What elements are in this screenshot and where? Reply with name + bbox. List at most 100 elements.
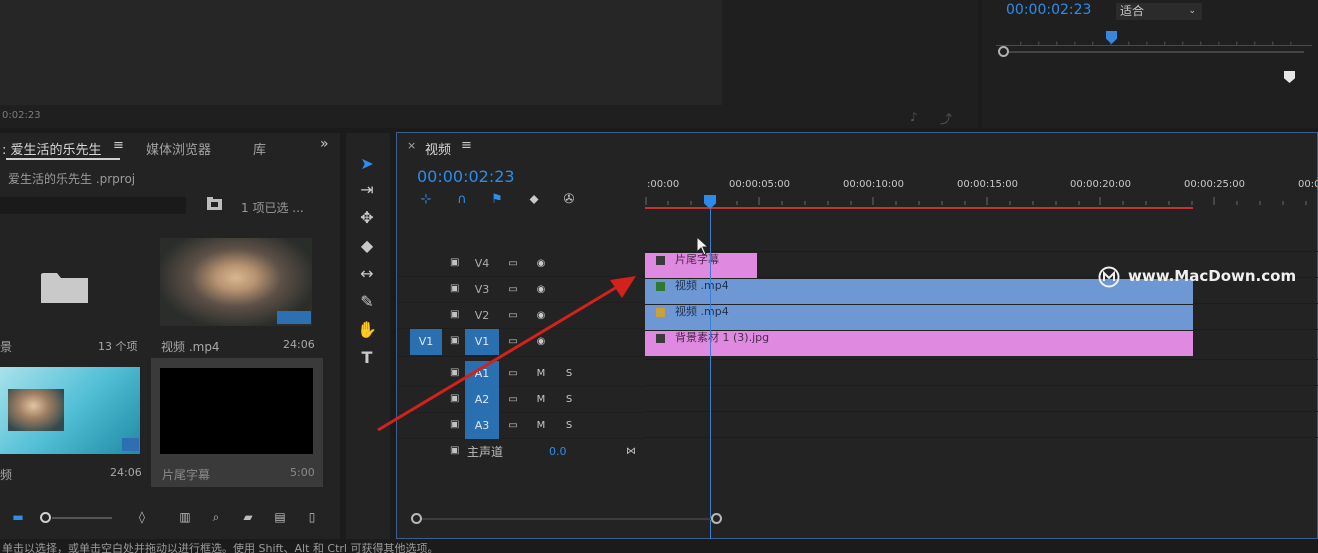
- export-icon[interactable]: ⤴: [940, 110, 952, 127]
- playhead-line[interactable]: [710, 209, 711, 553]
- item-duration: 24:06: [110, 466, 142, 479]
- clip-video-v2[interactable]: 视频 .mp4: [645, 305, 1193, 330]
- source-timecode[interactable]: 0:02:23: [2, 110, 41, 121]
- program-timecode[interactable]: 00:00:02:23: [1006, 2, 1091, 18]
- selection-tool-icon[interactable]: ➤: [356, 153, 378, 175]
- program-zoom-handle[interactable]: [998, 46, 1009, 57]
- tab-project[interactable]: : 爱生活的乐先生: [2, 139, 102, 158]
- program-zoom-bar[interactable]: [1004, 51, 1304, 53]
- timeline-zoom-bar[interactable]: [417, 518, 717, 520]
- add-marker-icon[interactable]: ⬥: [525, 191, 543, 209]
- lane-divider: [645, 385, 1318, 386]
- lane-divider: [645, 411, 1318, 412]
- status-text: 单击以选择，或单击空白处并拖动以进行框选。使用 Shift、Alt 和 Ctrl…: [2, 542, 439, 553]
- annotation-arrow: [377, 276, 636, 432]
- selection-count: 1 项已选 ...: [241, 201, 304, 215]
- timeline-timecode[interactable]: 00:00:02:23: [417, 167, 515, 186]
- watermark-text: www.MacDown.com: [1128, 267, 1297, 285]
- sequence-tab-title[interactable]: 视频: [425, 139, 451, 158]
- video-audio-badge-icon: [277, 311, 311, 324]
- timeline-menu-icon[interactable]: ≡: [461, 138, 472, 153]
- sequence-badge-icon: [122, 438, 139, 451]
- source-video-area[interactable]: [0, 0, 722, 105]
- tab-media-browser[interactable]: 媒体浏览器: [146, 139, 211, 158]
- ruler-label: 00:00:20:00: [1070, 179, 1132, 190]
- item-duration: 5:00: [290, 466, 315, 479]
- clip-title-end[interactable]: 片尾字幕: [645, 253, 757, 278]
- item-label: 片尾字幕: [162, 468, 211, 482]
- project-menu-icon[interactable]: ≡: [113, 138, 124, 153]
- clip-background-v1[interactable]: 背景素材 1 (3).jpg: [645, 331, 1193, 356]
- nest-toggle-icon[interactable]: ⊹: [417, 191, 435, 209]
- macdown-logo-icon: [1098, 266, 1120, 288]
- lane-divider: [645, 437, 1318, 438]
- find-icon[interactable]: ⌕: [208, 509, 224, 525]
- track-select-tool-icon[interactable]: ⇥: [356, 179, 378, 201]
- sort-icon[interactable]: ◊: [134, 509, 150, 525]
- ruler-label: 00:0: [1298, 179, 1318, 190]
- automate-sequence-icon[interactable]: ▥: [177, 509, 193, 525]
- work-area-bar[interactable]: [645, 207, 1193, 209]
- fit-select[interactable]: 适合 ⌄: [1116, 3, 1202, 20]
- master-track-label: 主声道: [467, 445, 504, 459]
- ruler-label: 00:00:05:00: [729, 179, 791, 190]
- track-header-master[interactable]: ▣ 主声道 0.0 ⋈: [397, 439, 645, 465]
- new-bin-icon[interactable]: ▰: [240, 509, 256, 525]
- list-view-icon[interactable]: ▬: [10, 509, 26, 525]
- thumbnail-zoom-handle[interactable]: [40, 512, 51, 523]
- clip-label: 视频 .mp4: [675, 305, 729, 318]
- trash-icon[interactable]: ▯: [304, 509, 320, 525]
- fit-select-value: 适合: [1120, 4, 1145, 18]
- bin-folder-icon[interactable]: [206, 196, 223, 211]
- marker-icon[interactable]: [1284, 71, 1295, 83]
- lock-icon[interactable]: ▣: [450, 258, 459, 268]
- snap-icon[interactable]: ∩: [453, 191, 471, 209]
- go-to-end-icon[interactable]: ⋈: [623, 439, 639, 465]
- clip-icon: [656, 334, 665, 343]
- project-panel: : 爱生活的乐先生 ≡ 媒体浏览器 库 » 爱生活的乐先生 .prproj 1 …: [0, 133, 340, 539]
- program-ruler[interactable]: [996, 36, 1312, 46]
- linked-selection-icon[interactable]: ⚑: [488, 191, 506, 209]
- master-volume-value[interactable]: 0.0: [549, 439, 567, 465]
- item-label: 景: [0, 340, 13, 354]
- thumbnail-zoom-slider[interactable]: [52, 517, 112, 519]
- timeline-zoom-right-handle[interactable]: [711, 513, 722, 524]
- item-label: 视频 .mp4: [161, 340, 220, 354]
- item-label: 频: [0, 468, 13, 482]
- source-monitor: 0:02:23 ♪ ⤴: [0, 0, 978, 128]
- project-toolbar: ▬ ◊ ▥ ⌕ ▰ ▤ ▯: [0, 509, 340, 531]
- chevron-down-icon: ⌄: [1188, 6, 1196, 16]
- program-monitor: 00:00:02:23 适合 ⌄: [982, 0, 1318, 128]
- close-icon[interactable]: ×: [407, 139, 416, 152]
- sequence-preview-image: [8, 389, 64, 431]
- ripple-edit-tool-icon[interactable]: ✥: [356, 207, 378, 229]
- clip-label: 视频 .mp4: [675, 279, 729, 292]
- ruler-label: 00:00:15:00: [957, 179, 1019, 190]
- fx-badge-icon: [656, 308, 665, 317]
- ruler-label: 00:00:25:00: [1184, 179, 1246, 190]
- timeline-area[interactable]: :00:00 00:00:05:00 00:00:10:00 00:00:15:…: [645, 173, 1318, 553]
- ruler-label: :00:00: [647, 179, 680, 190]
- ruler-label: 00:00:10:00: [843, 179, 905, 190]
- timeline-zoom-left-handle[interactable]: [411, 513, 422, 524]
- clip-icon: [656, 256, 665, 265]
- lock-icon[interactable]: ▣: [450, 446, 459, 456]
- status-bar: 单击以选择，或单击空白处并拖动以进行框选。使用 Shift、Alt 和 Ctrl…: [0, 539, 1318, 553]
- timeline-settings-icon[interactable]: ✇: [560, 191, 578, 209]
- time-ruler[interactable]: :00:00 00:00:05:00 00:00:10:00 00:00:15:…: [645, 179, 1318, 195]
- active-tab-underline: [6, 158, 120, 160]
- lane-divider: [645, 251, 1318, 252]
- item-duration: 24:06: [283, 338, 315, 351]
- more-tabs-icon[interactable]: »: [320, 136, 329, 152]
- item-count: 13 个项: [98, 340, 138, 353]
- title-thumbnail[interactable]: [160, 368, 313, 454]
- lane-divider: [645, 359, 1318, 360]
- folder-icon: [41, 273, 88, 303]
- project-file-name: 爱生活的乐先生 .prproj: [8, 172, 136, 186]
- audio-icon[interactable]: ♪: [910, 110, 918, 124]
- tab-library[interactable]: 库: [253, 139, 266, 158]
- new-item-icon[interactable]: ▤: [272, 509, 288, 525]
- razor-tool-icon[interactable]: ◆: [356, 235, 378, 257]
- project-search-input[interactable]: [0, 197, 186, 214]
- mouse-cursor-icon: [696, 236, 710, 256]
